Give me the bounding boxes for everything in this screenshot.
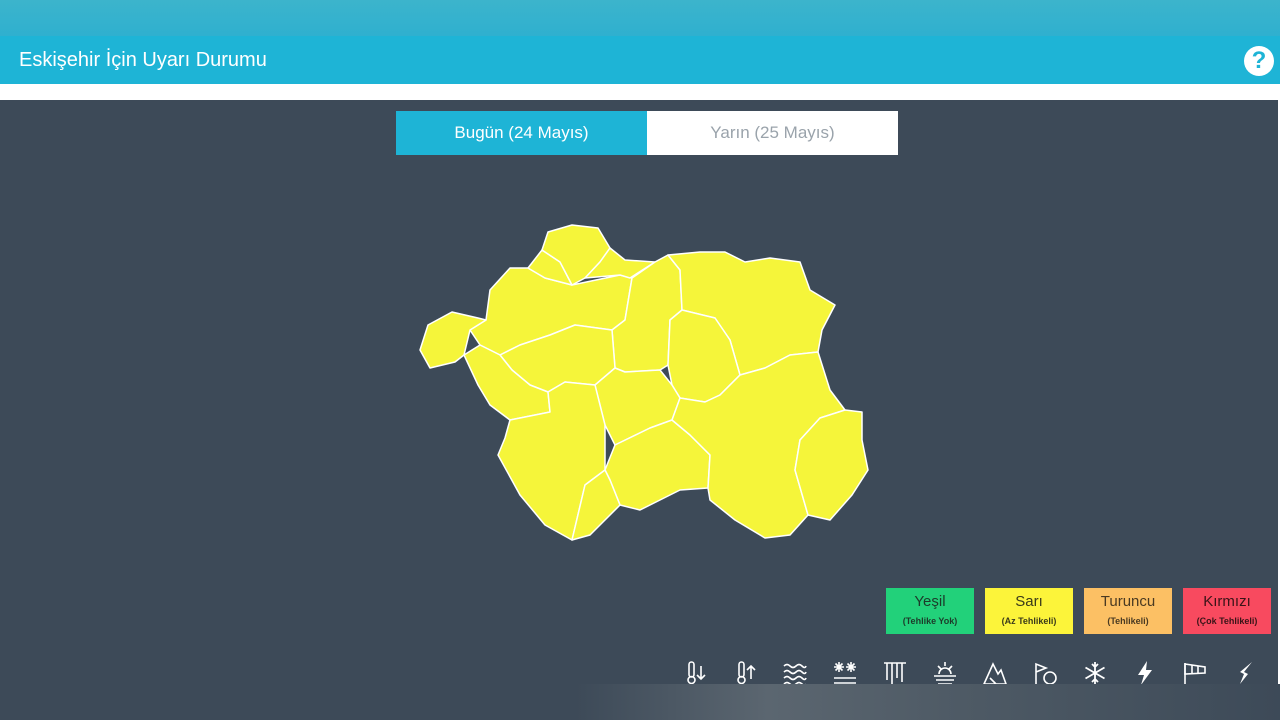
- legend-red: Kırmızı (Çok Tehlikeli): [1183, 588, 1271, 634]
- legend-subtitle: (Tehlike Yok): [902, 616, 958, 626]
- legend-subtitle: (Az Tehlikeli): [1001, 616, 1057, 626]
- legend-subtitle: (Tehlikeli): [1107, 616, 1149, 626]
- warning-legend: Yeşil (Tehlike Yok) Sarı (Az Tehlikeli) …: [886, 588, 1271, 634]
- legend-title: Yeşil: [914, 593, 946, 610]
- legend-title: Turuncu: [1100, 593, 1156, 610]
- legend-yellow: Sarı (Az Tehlikeli): [985, 588, 1073, 634]
- legend-orange: Turuncu (Tehlikeli): [1084, 588, 1172, 634]
- legend-green: Yeşil (Tehlike Yok): [886, 588, 974, 634]
- bottom-fade: [0, 684, 1280, 720]
- legend-subtitle: (Çok Tehlikeli): [1196, 616, 1258, 626]
- legend-title: Kırmızı: [1203, 593, 1251, 610]
- legend-title: Sarı: [1015, 593, 1043, 610]
